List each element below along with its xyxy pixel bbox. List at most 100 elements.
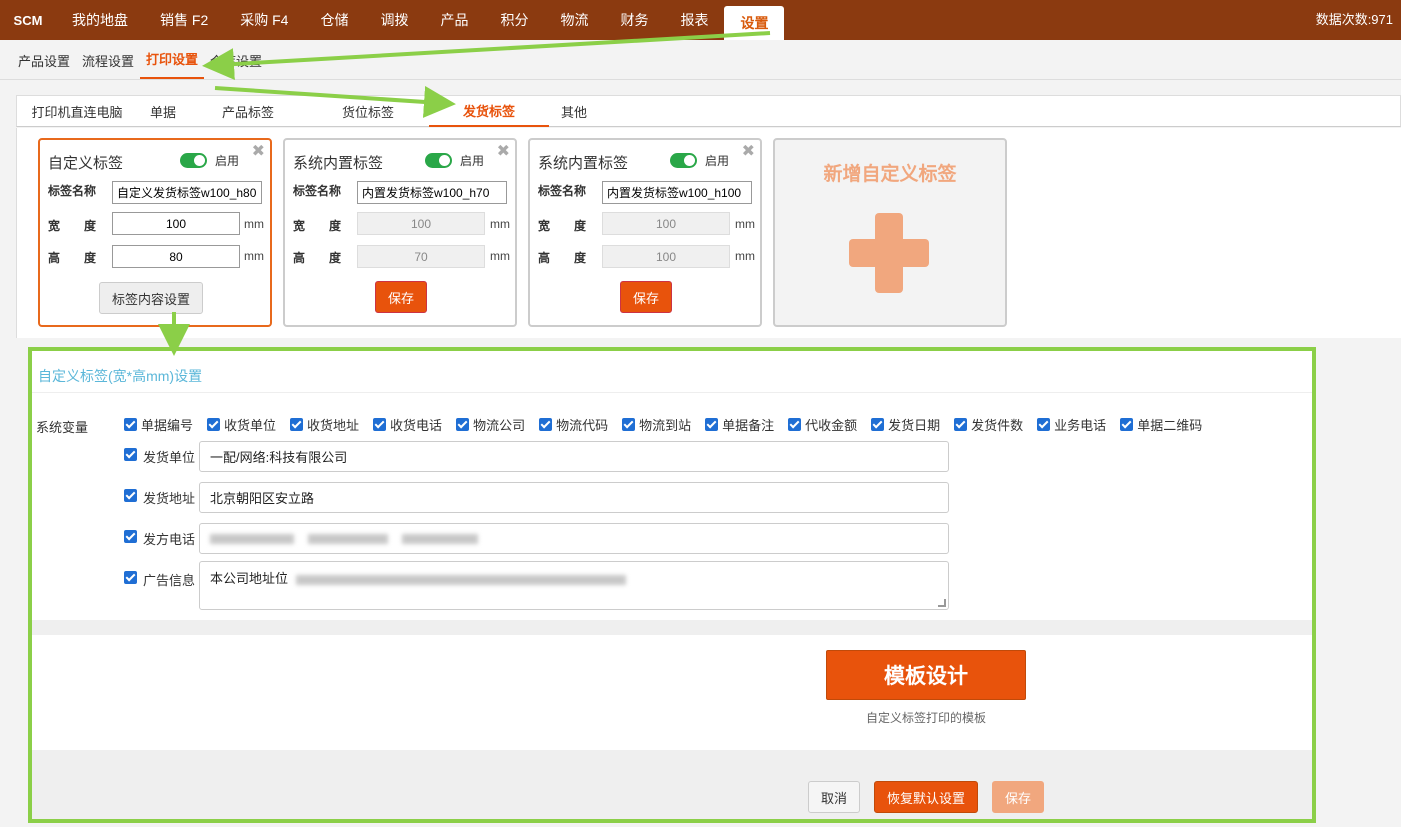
toggle-label: 启用 xyxy=(215,154,240,168)
width-label: 宽 度 xyxy=(538,219,587,233)
var-logistics-company[interactable]: 物流公司 xyxy=(456,415,525,434)
enable-toggle[interactable] xyxy=(180,153,207,168)
reset-defaults-button[interactable]: 恢复默认设置 xyxy=(874,781,978,813)
card-title: 系统内置标签 xyxy=(293,155,384,172)
checkbox[interactable] xyxy=(207,418,221,431)
checkbox[interactable] xyxy=(124,418,137,431)
menu-sales[interactable]: 销售 F2 xyxy=(144,0,224,40)
menu-purchase[interactable]: 采购 F4 xyxy=(224,0,304,40)
custom-label-settings-panel: 自定义标签(宽*高mm)设置 系统变量 单据编号 收货单位 收货地址 收货电话 … xyxy=(28,347,1316,823)
sender-address-input[interactable]: 北京朝阳区安立路 xyxy=(199,482,949,513)
divider xyxy=(32,392,1312,393)
custom-label-card[interactable]: 自定义标签 启用 ✖ 标签名称 自定义发货标签w100_h80 宽 度 100 … xyxy=(38,138,272,327)
subnav-print-settings[interactable]: 打印设置 xyxy=(140,40,205,79)
redacted-text xyxy=(308,533,388,544)
checkbox[interactable] xyxy=(124,530,137,543)
menu-logistics[interactable]: 物流 xyxy=(544,0,604,40)
redacted-text xyxy=(402,533,478,544)
var-receiver-phone[interactable]: 收货电话 xyxy=(373,415,442,434)
menu-finance[interactable]: 财务 xyxy=(604,0,664,40)
name-label: 标签名称 xyxy=(293,184,342,198)
sender-phone-input[interactable] xyxy=(199,523,949,554)
close-icon[interactable]: ✖ xyxy=(252,141,265,161)
var-business-phone[interactable]: 业务电话 xyxy=(1037,415,1106,434)
ad-info-textarea[interactable]: 本公司地址位 xyxy=(199,561,949,610)
checkbox[interactable] xyxy=(539,418,553,431)
checkbox[interactable] xyxy=(456,418,470,431)
close-icon[interactable]: ✖ xyxy=(497,141,510,161)
name-label: 标签名称 xyxy=(538,184,587,198)
checkbox[interactable] xyxy=(622,418,636,431)
var-doc-no[interactable]: 单据编号 xyxy=(124,415,193,434)
enable-toggle[interactable] xyxy=(425,153,452,168)
menu-product[interactable]: 产品 xyxy=(424,0,484,40)
tab-documents[interactable]: 单据 xyxy=(137,96,189,127)
builtin-label-card-h100[interactable]: 系统内置标签 启用 ✖ 标签名称 内置发货标签w100_h100 宽 度 100… xyxy=(528,138,762,327)
checkbox[interactable] xyxy=(290,418,304,431)
redacted-text xyxy=(210,533,294,544)
width-label: 宽 度 xyxy=(293,219,342,233)
height-input: 70 xyxy=(357,245,485,268)
checkbox[interactable] xyxy=(871,418,885,431)
var-ship-date[interactable]: 发货日期 xyxy=(871,415,940,434)
var-receiver-unit[interactable]: 收货单位 xyxy=(207,415,276,434)
var-doc-qrcode[interactable]: 单据二维码 xyxy=(1120,415,1202,434)
checkbox[interactable] xyxy=(788,418,802,431)
subnav-flow-settings[interactable]: 流程设置 xyxy=(76,40,140,80)
var-ship-count[interactable]: 发货件数 xyxy=(954,415,1023,434)
name-label: 标签名称 xyxy=(48,184,97,198)
field-label: 发货地址 xyxy=(143,491,196,506)
subnav-warehouse-settings[interactable]: 仓库设置 xyxy=(204,40,268,80)
tab-printer-direct[interactable]: 打印机直连电脑 xyxy=(17,96,137,127)
builtin-label-card-h70[interactable]: 系统内置标签 启用 ✖ 标签名称 内置发货标签w100_h70 宽 度 100 … xyxy=(283,138,517,327)
menu-settings[interactable]: 设置 xyxy=(724,6,785,40)
checkbox[interactable] xyxy=(1120,418,1134,431)
close-icon[interactable]: ✖ xyxy=(742,141,755,161)
menu-transfer[interactable]: 调拨 xyxy=(364,0,424,40)
label-name-input[interactable]: 内置发货标签w100_h100 xyxy=(602,181,752,204)
tab-product-label[interactable]: 产品标签 xyxy=(189,96,307,127)
label-name-input[interactable]: 内置发货标签w100_h70 xyxy=(357,181,507,204)
checkbox[interactable] xyxy=(124,571,137,584)
resize-grip-icon[interactable] xyxy=(938,599,946,607)
field-label: 广告信息 xyxy=(143,573,196,588)
save-button[interactable]: 保存 xyxy=(992,781,1044,813)
tab-other[interactable]: 其他 xyxy=(549,96,599,127)
checkbox[interactable] xyxy=(1037,418,1051,431)
add-card-title: 新增自定义标签 xyxy=(823,164,957,185)
template-note: 自定义标签打印的模板 xyxy=(865,711,986,725)
tab-location-label[interactable]: 货位标签 xyxy=(307,96,429,127)
cancel-button[interactable]: 取消 xyxy=(808,781,860,813)
menu-points[interactable]: 积分 xyxy=(484,0,544,40)
checkbox[interactable] xyxy=(124,448,137,461)
tab-shipping-label[interactable]: 发货标签 xyxy=(429,96,549,127)
checkbox[interactable] xyxy=(124,489,137,502)
field-row-sender-unit: 发货单位 xyxy=(124,447,199,466)
var-cod-amount[interactable]: 代收金额 xyxy=(788,415,857,434)
var-logistics-station[interactable]: 物流到站 xyxy=(622,415,691,434)
save-button[interactable]: 保存 xyxy=(375,281,427,313)
label-content-settings-button[interactable]: 标签内容设置 xyxy=(99,282,203,314)
field-label: 发货单位 xyxy=(143,450,196,465)
height-input: 100 xyxy=(602,245,730,268)
var-doc-remark[interactable]: 单据备注 xyxy=(705,415,774,434)
checkbox[interactable] xyxy=(954,418,968,431)
var-receiver-address[interactable]: 收货地址 xyxy=(290,415,359,434)
menu-warehouse[interactable]: 仓储 xyxy=(304,0,364,40)
menu-reports[interactable]: 报表 xyxy=(664,0,724,40)
add-custom-label-card[interactable]: 新增自定义标签 xyxy=(773,138,1007,327)
subnav-product-settings[interactable]: 产品设置 xyxy=(12,40,76,80)
save-button[interactable]: 保存 xyxy=(620,281,672,313)
height-label: 高 度 xyxy=(48,251,97,265)
checkbox[interactable] xyxy=(705,418,719,431)
width-input[interactable]: 100 xyxy=(112,212,240,235)
height-input[interactable]: 80 xyxy=(112,245,240,268)
sender-unit-input[interactable]: 一配/网络:科技有限公司 xyxy=(199,441,949,472)
menu-my-area[interactable]: 我的地盘 xyxy=(56,0,144,40)
var-logistics-code[interactable]: 物流代码 xyxy=(539,415,608,434)
enable-toggle[interactable] xyxy=(670,153,697,168)
checkbox[interactable] xyxy=(373,418,387,431)
template-design-button[interactable]: 模板设计 xyxy=(826,650,1026,700)
toggle-label: 启用 xyxy=(460,154,485,168)
label-name-input[interactable]: 自定义发货标签w100_h80 xyxy=(112,181,262,204)
